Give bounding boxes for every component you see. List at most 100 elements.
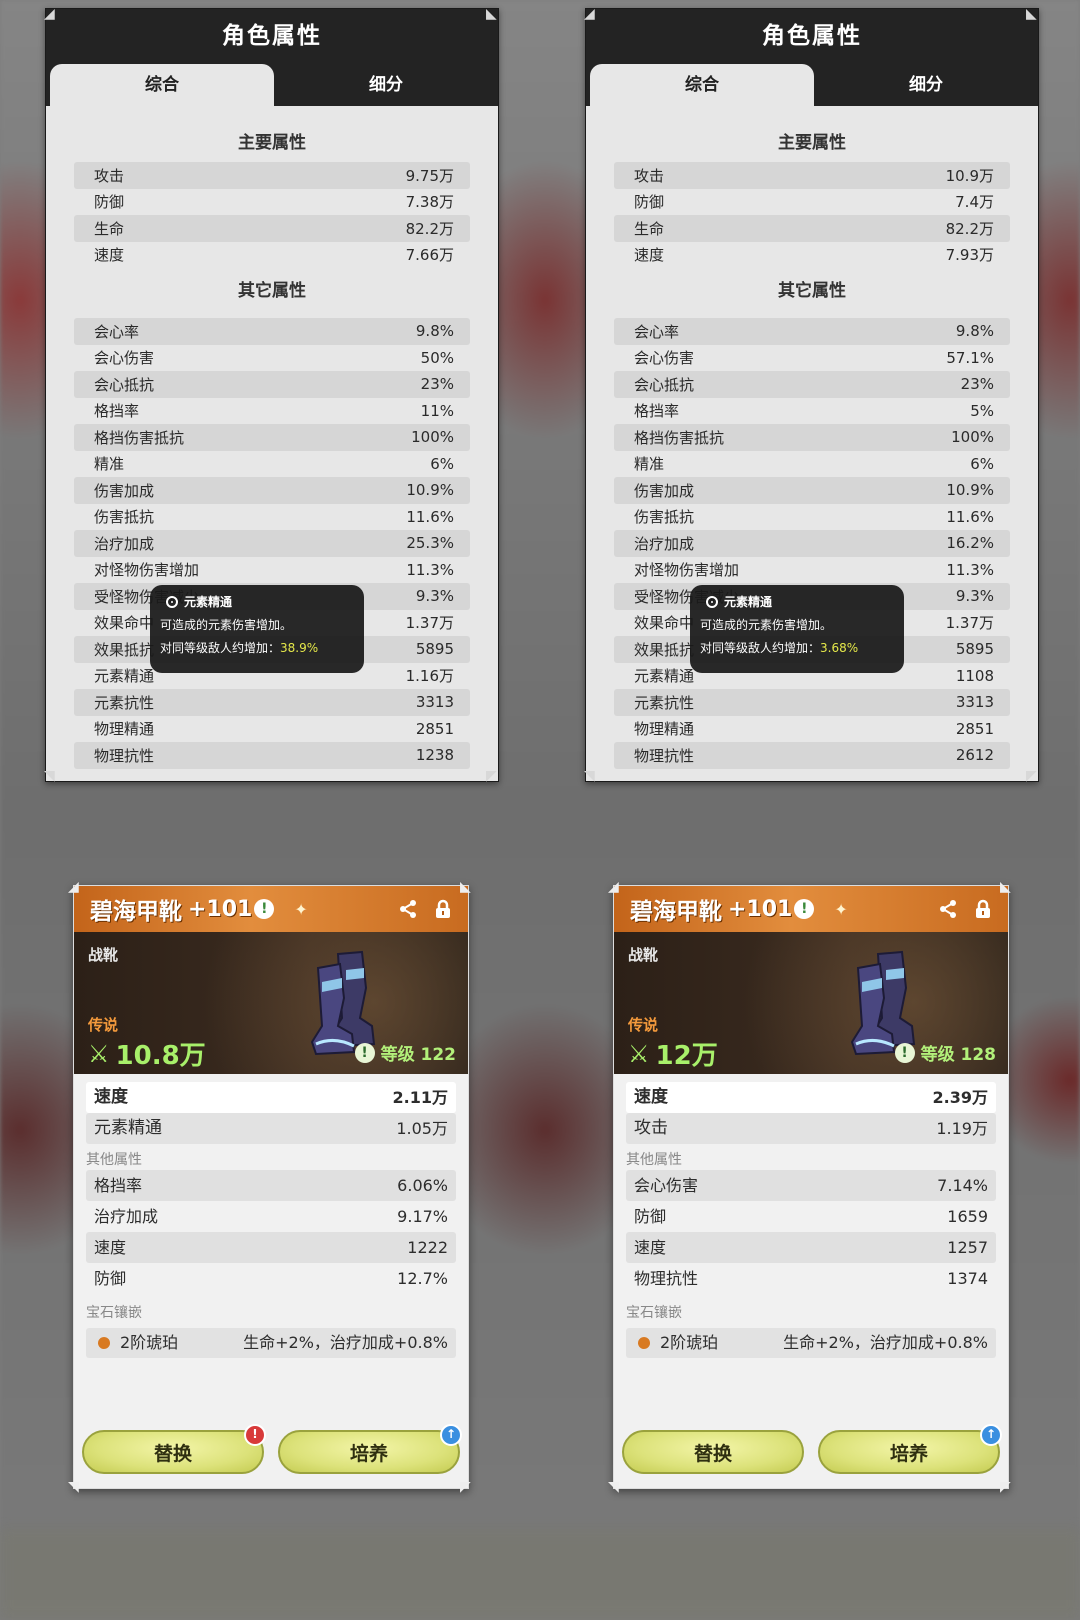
tab-detail[interactable]: 细分: [274, 64, 498, 106]
corner-ornament-icon: ◥: [68, 1479, 79, 1495]
replace-button[interactable]: 替换: [622, 1430, 804, 1474]
attribute-value: 16.2%: [946, 534, 994, 553]
main-stat-value: 2.11万: [392, 1088, 448, 1107]
attribute-value: 1238: [415, 746, 454, 765]
attribute-row: 防御 7.4万: [614, 189, 1010, 216]
info-icon[interactable]: !: [794, 899, 815, 919]
required-level: ! 等级 122: [354, 1040, 456, 1065]
attribute-value: 9.8%: [415, 322, 454, 341]
attribute-row: 速度 7.93万: [614, 242, 1010, 269]
main-attributes-title: 主要属性: [778, 133, 846, 153]
attribute-panel-left: 角色属性 综合 细分 主要属性 攻击 9.75万 防御 7.38万 生命 82.2万 速度 7…: [44, 6, 499, 783]
train-button-label: 培养: [889, 1443, 928, 1465]
attribute-label: 物理精通: [634, 720, 695, 739]
main-stat-row: 元素精通 1.05万: [86, 1113, 456, 1144]
attribute-value: 11%: [420, 401, 454, 420]
replace-button-label: 替换: [153, 1443, 192, 1465]
corner-ornament-icon: ◢: [584, 6, 595, 22]
amber-gem-icon: [635, 1334, 653, 1352]
equipment-slot: 战靴: [88, 946, 119, 964]
attribute-row: 精准 6%: [74, 451, 470, 478]
attribute-row: 治疗加成 16.2%: [614, 530, 1010, 557]
attribute-label: 伤害加成: [634, 481, 695, 500]
sub-stat-value: 7.14%: [937, 1176, 988, 1195]
equipment-card-right: 碧海甲靴 +101 ! ✦ 战靴 传说 ⚔ 12万 ! 等级 128 速度 2.39万…: [608, 880, 1011, 1494]
combat-power: ⚔ 12万: [628, 1035, 718, 1072]
gem-name: 2阶琥珀: [120, 1333, 179, 1352]
sub-stat-row: 速度 1257: [626, 1232, 996, 1263]
attribute-label: 会心率: [634, 322, 680, 341]
equipment-name: 碧海甲靴: [630, 899, 722, 925]
attribute-label: 物理抗性: [634, 746, 695, 765]
attribute-value: 11.6%: [946, 507, 994, 526]
equipment-header: 碧海甲靴 +101 ! ✦: [614, 886, 1008, 932]
element-mastery-tooltip: 元素精通 可造成的元素伤害增加。 对同等级敌人约增加：3.68%: [690, 585, 904, 673]
sub-stat-row: 格挡率 6.06%: [86, 1170, 456, 1201]
info-icon[interactable]: !: [254, 899, 275, 919]
attribute-value: 7.4万: [955, 193, 994, 212]
tab-detail[interactable]: 细分: [814, 64, 1038, 106]
attribute-row: 会心伤害 50%: [74, 345, 470, 372]
corner-ornament-icon: ◣: [486, 6, 497, 22]
tab-overview[interactable]: 综合: [50, 64, 274, 106]
attribute-row: 物理抗性 1238: [74, 742, 470, 769]
sub-stat-row: 物理抗性 1374: [626, 1263, 996, 1294]
attribute-row: 会心抵抗 23%: [614, 371, 1010, 398]
attribute-label: 对怪物伤害增加: [634, 561, 740, 580]
main-stat-row: 速度 2.39万: [626, 1082, 996, 1113]
attribute-row: 格挡率 5%: [614, 398, 1010, 425]
replace-button-label: 替换: [693, 1443, 732, 1465]
attribute-row: 会心抵抗 23%: [74, 371, 470, 398]
action-buttons: 替换! 培养 ↑: [82, 1424, 462, 1474]
main-stat-row: 攻击 1.19万: [626, 1113, 996, 1144]
attribute-value: 1108: [955, 666, 994, 685]
sub-stat-row: 会心伤害 7.14%: [626, 1170, 996, 1201]
attribute-row: 伤害加成 10.9%: [74, 477, 470, 504]
main-stat-row: 速度 2.11万: [86, 1082, 456, 1113]
attribute-label: 生命: [634, 219, 665, 238]
equipment-hero: 战靴 传说 ⚔ 12万 ! 等级 128: [614, 932, 1008, 1074]
attribute-value: 3313: [955, 693, 994, 712]
attribute-value: 11.6%: [406, 507, 454, 526]
attribute-label: 元素精通: [94, 667, 155, 686]
share-icon[interactable]: [398, 899, 418, 919]
alert-badge-icon: !: [244, 1424, 266, 1446]
upgrade-badge-icon: ↑: [980, 1424, 1002, 1446]
lock-icon[interactable]: [974, 899, 992, 919]
attribute-row: 治疗加成 25.3%: [74, 530, 470, 557]
corner-ornament-icon: ◣: [1000, 879, 1011, 895]
attribute-label: 治疗加成: [94, 534, 155, 553]
main-stat-value: 1.19万: [936, 1119, 988, 1138]
attribute-label: 格挡伤害抵抗: [634, 428, 725, 447]
share-icon[interactable]: [938, 899, 958, 919]
attribute-label: 格挡伤害抵抗: [94, 428, 185, 447]
attribute-label: 会心抵抗: [634, 375, 695, 394]
train-button[interactable]: 培养 ↑: [278, 1424, 462, 1474]
attribute-row: 会心伤害 57.1%: [614, 345, 1010, 372]
gem-row[interactable]: 2阶琥珀 生命+2%，治疗加成+0.8%: [626, 1328, 996, 1358]
corner-ornament-icon: ◤: [1000, 1479, 1011, 1495]
train-button-label: 培养: [349, 1443, 388, 1465]
gem-row[interactable]: 2阶琥珀 生命+2%，治疗加成+0.8%: [86, 1328, 456, 1358]
lock-icon[interactable]: [434, 899, 452, 919]
equipment-hero: 战靴 传说 ⚔ 10.8万 ! 等级 122: [74, 932, 468, 1074]
sub-stat-row: 防御 1659: [626, 1201, 996, 1232]
attribute-value: 1.16万: [405, 667, 454, 686]
tooltip-title: 元素精通: [184, 595, 233, 609]
tab-overview[interactable]: 综合: [590, 64, 814, 106]
attribute-value: 23%: [420, 375, 454, 394]
attribute-label: 会心率: [94, 322, 140, 341]
sub-stat-value: 1374: [947, 1269, 988, 1288]
tooltip-compare-value: 3.68%: [820, 641, 859, 655]
attribute-label: 效果抵抗: [94, 640, 155, 659]
attribute-label: 速度: [634, 246, 665, 265]
attribute-row: 攻击 10.9万: [614, 162, 1010, 189]
attribute-panel-right: 角色属性 综合 细分 主要属性 攻击 10.9万 防御 7.4万 生命 82.2万 速度 7.…: [584, 6, 1039, 783]
main-attributes-list: 攻击 10.9万 防御 7.4万 生命 82.2万 速度 7.93万: [614, 162, 1010, 268]
corner-ornament-icon: ◣: [1026, 6, 1037, 22]
sub-stats-title: 其他属性: [626, 1152, 682, 1168]
train-button[interactable]: 培养 ↑: [818, 1424, 1002, 1474]
replace-button[interactable]: 替换!: [82, 1424, 266, 1474]
attribute-row: 对怪物伤害增加 11.3%: [614, 557, 1010, 584]
attribute-label: 元素抗性: [634, 693, 695, 712]
